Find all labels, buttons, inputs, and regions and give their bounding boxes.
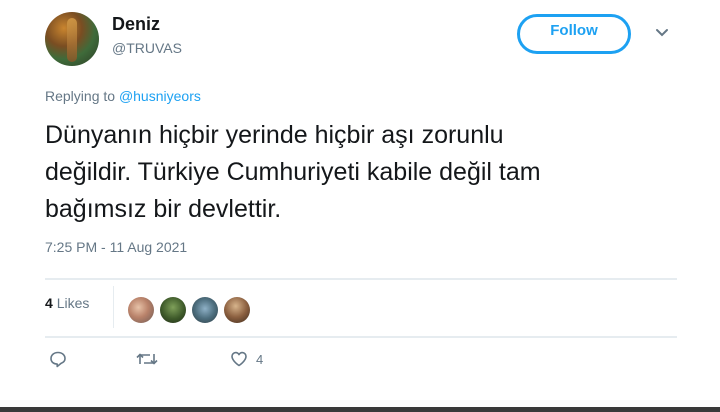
user-handle[interactable]: @TRUVAS <box>112 40 182 56</box>
liker-avatar[interactable] <box>224 297 250 323</box>
chevron-down-icon[interactable] <box>655 28 669 38</box>
heart-icon[interactable] <box>230 350 248 368</box>
display-name[interactable]: Deniz <box>112 14 160 35</box>
reply-action[interactable] <box>49 350 67 368</box>
tweet-line: değildir. Türkiye Cumhuriyeti kabile değ… <box>45 158 541 186</box>
divider <box>45 336 677 338</box>
likes-label: Likes <box>56 295 90 311</box>
reply-context: Replying to @husniyeors <box>45 88 201 104</box>
likes-number: 4 <box>45 295 53 311</box>
liker-avatar[interactable] <box>160 297 186 323</box>
liker-avatar[interactable] <box>192 297 218 323</box>
reply-mention-link[interactable]: @husniyeors <box>119 88 201 104</box>
tweet-text: Dünyanın hiçbir yerinde hiçbir aşı zorun… <box>45 117 695 228</box>
likes-separator <box>113 286 114 328</box>
likes-count[interactable]: 4 Likes <box>45 295 89 311</box>
divider <box>45 278 677 280</box>
tweet-timestamp[interactable]: 7:25 PM - 11 Aug 2021 <box>45 239 187 255</box>
tweet-line: bağımsız bir devlettir. <box>45 195 282 223</box>
like-count: 4 <box>256 351 264 367</box>
reply-prefix: Replying to <box>45 88 116 104</box>
retweet-action[interactable] <box>136 350 158 368</box>
like-action[interactable]: 4 <box>230 350 263 368</box>
user-avatar[interactable] <box>45 12 99 66</box>
tweet-line: Dünyanın hiçbir yerinde hiçbir aşı zorun… <box>45 121 504 149</box>
retweet-icon[interactable] <box>136 350 158 368</box>
reply-icon[interactable] <box>49 350 67 368</box>
bottom-border <box>0 407 720 412</box>
liker-avatar[interactable] <box>128 297 154 323</box>
follow-button[interactable]: Follow <box>517 14 631 54</box>
